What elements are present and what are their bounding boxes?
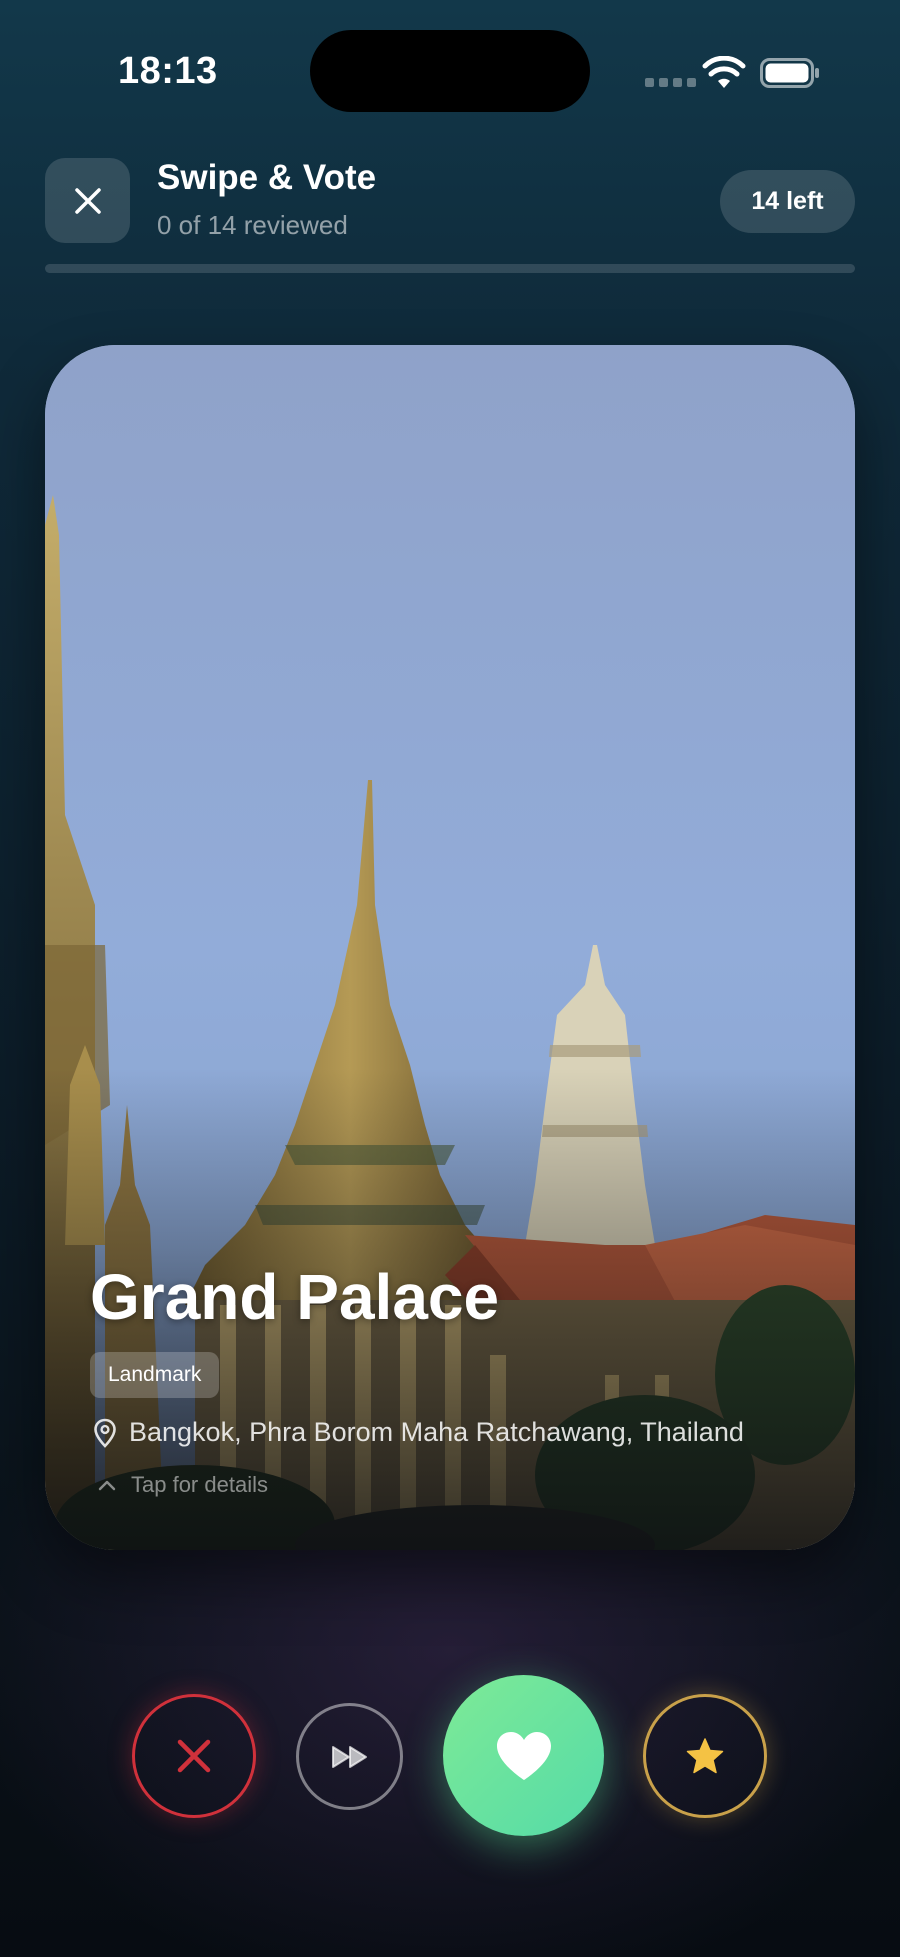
location-text: Bangkok, Phra Borom Maha Ratchawang, Tha…	[129, 1417, 744, 1447]
star-icon	[686, 1738, 724, 1774]
super-like-button[interactable]	[643, 1694, 767, 1818]
cellular-signal-icon	[645, 78, 696, 87]
review-progress-text: 0 of 14 reviewed	[157, 210, 348, 240]
heart-icon	[496, 1731, 551, 1780]
details-hint-text: Tap for details	[131, 1472, 268, 1497]
status-time: 18:13	[118, 50, 218, 92]
skip-button[interactable]	[296, 1703, 403, 1810]
details-hint[interactable]: Tap for details	[97, 1472, 268, 1498]
status-bar: 18:13	[0, 0, 900, 150]
battery-icon	[760, 58, 819, 88]
nope-button[interactable]	[132, 1694, 256, 1818]
close-button[interactable]	[45, 158, 130, 243]
x-icon	[177, 1739, 211, 1773]
remaining-count-badge: 14 left	[720, 170, 855, 233]
review-progress-bar	[45, 264, 855, 273]
place-card[interactable]: Grand Palace Landmark Bangkok, Phra Boro…	[45, 345, 855, 1550]
page-title: Swipe & Vote	[157, 158, 377, 197]
category-badge: Landmark	[90, 1352, 220, 1398]
close-icon	[74, 187, 101, 214]
place-name: Grand Palace	[90, 1261, 500, 1333]
location-row: Bangkok, Phra Borom Maha Ratchawang, Tha…	[93, 1417, 744, 1448]
wifi-icon	[702, 56, 746, 88]
fast-forward-icon	[331, 1745, 367, 1768]
dynamic-island	[310, 30, 590, 112]
like-button[interactable]	[443, 1675, 604, 1836]
map-pin-icon	[94, 1418, 116, 1448]
chevron-up-icon	[98, 1480, 116, 1491]
